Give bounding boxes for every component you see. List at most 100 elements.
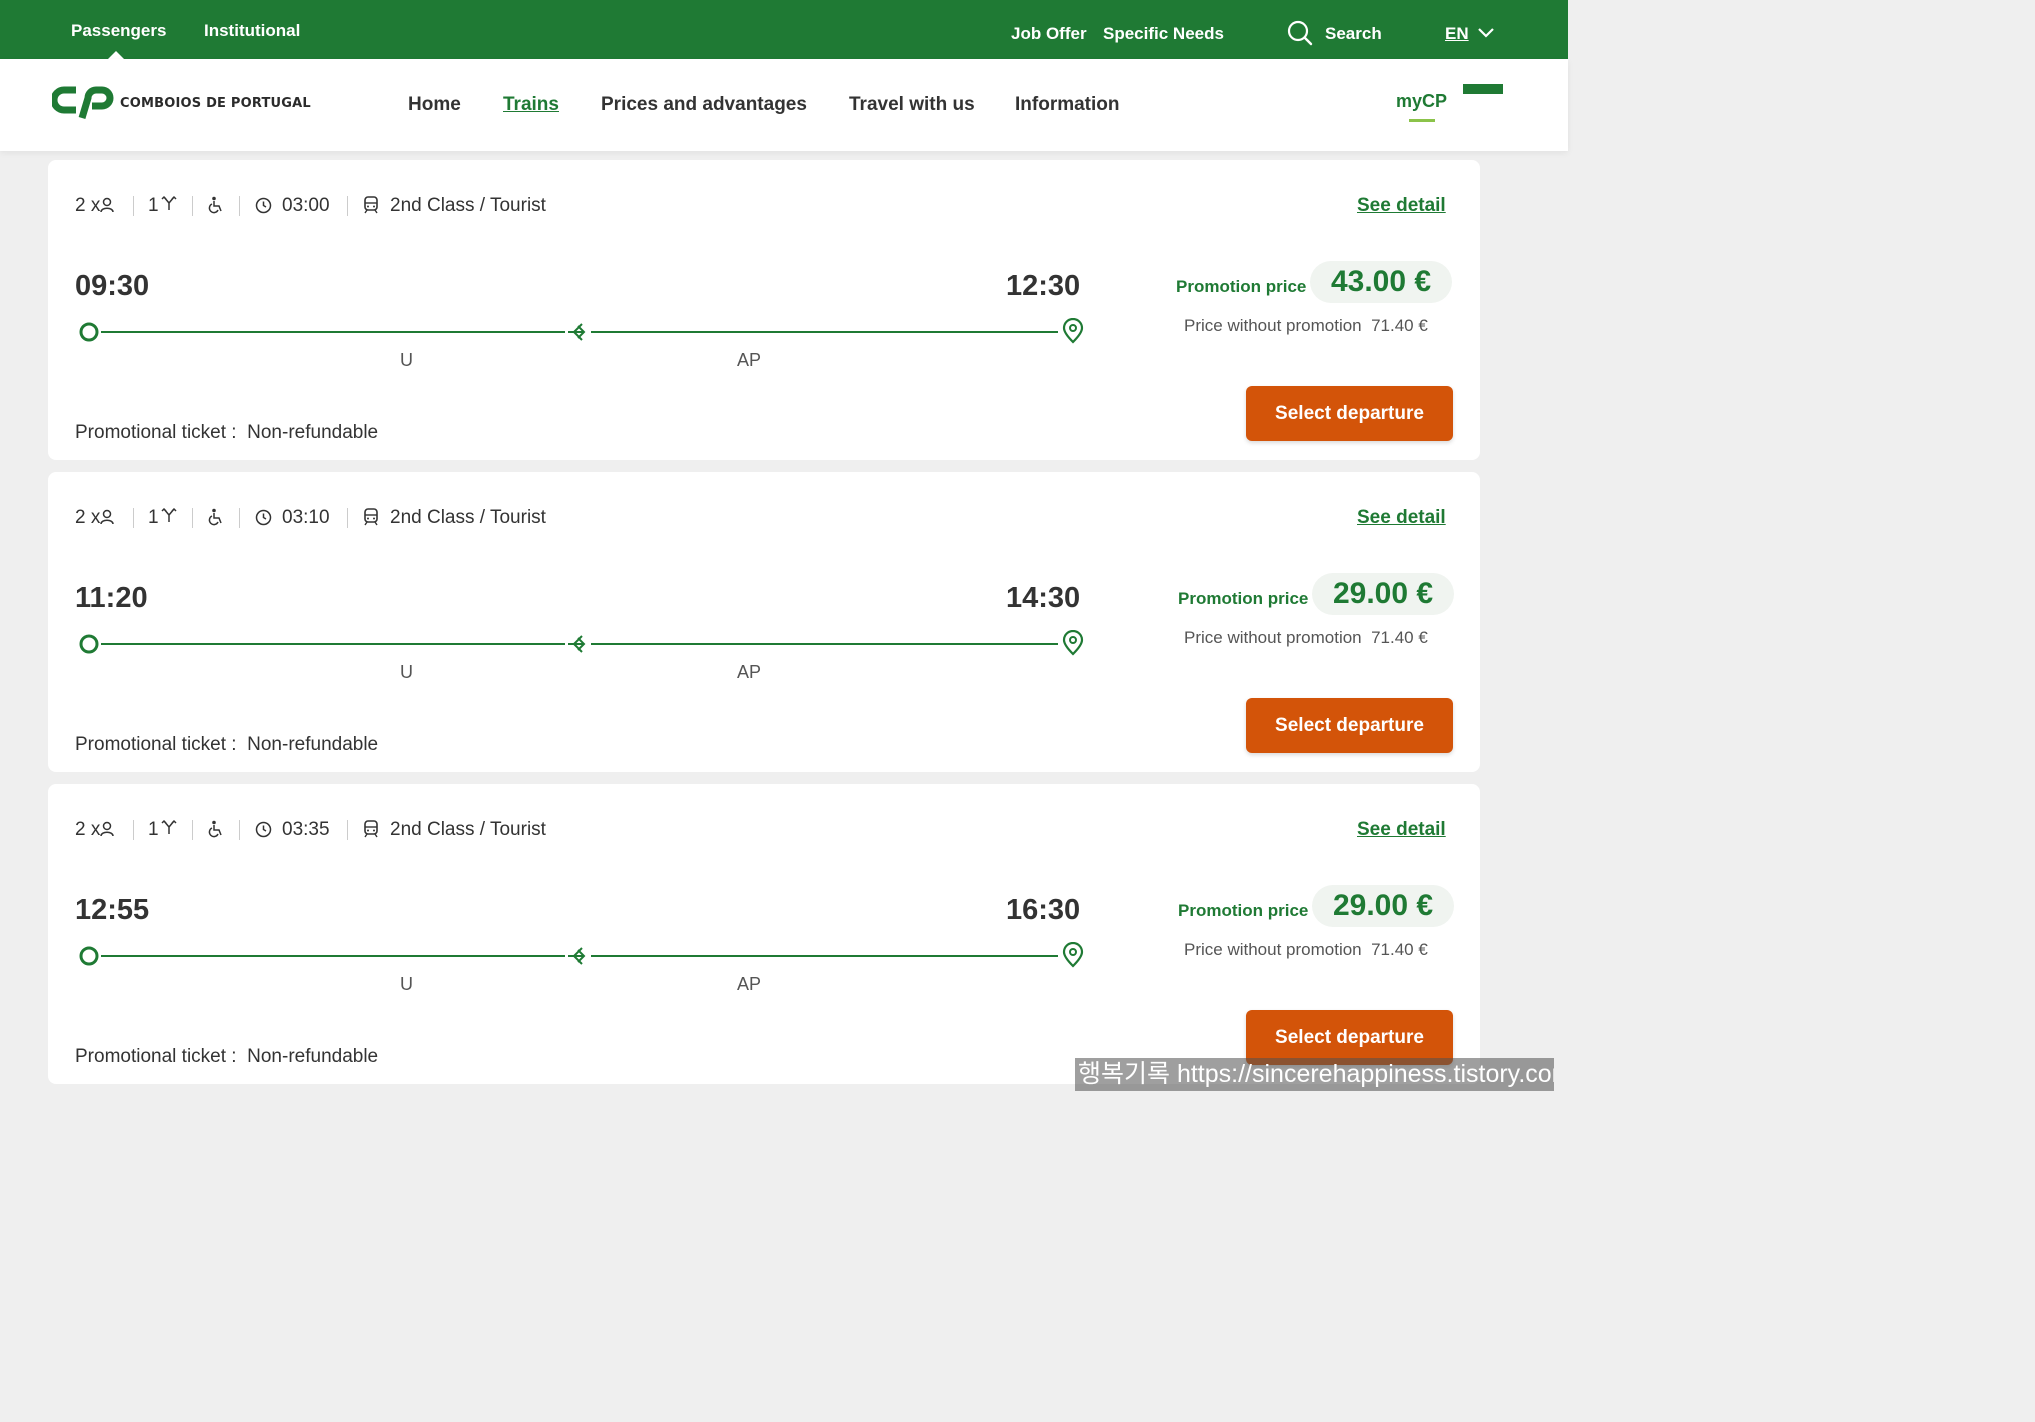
route-line [78,317,1088,346]
departure-time: 09:30 [75,270,150,302]
see-detail-link[interactable]: See detail [1357,819,1446,841]
travel-class: 2nd Class / Tourist [390,507,546,528]
ticket-conditions: Promotional ticket : Non-refundable [75,422,378,444]
search-icon[interactable] [1287,20,1313,46]
ticket-label: Promotional ticket : [75,734,237,755]
active-tab-indicator [108,51,124,59]
mycp-link[interactable]: myCP [1396,91,1447,112]
nav-trains[interactable]: Trains [503,94,559,116]
divider [347,820,348,840]
arrival-time: 12:30 [1006,270,1081,302]
divider [133,196,134,216]
promotion-price-label: Promotion price [1178,589,1309,608]
ticket-label: Promotional ticket : [75,1046,237,1067]
brand-name: COMBOIOS DE PORTUGAL [120,96,311,111]
trip-card: 2 x 1 03:10 2nd Class / Tourist See detail 11… [48,472,1480,772]
select-departure-button[interactable]: Select departure [1246,1010,1453,1065]
promotion-price: 29.00 € [1312,573,1454,615]
train-icon [363,508,379,532]
arrival-time: 14:30 [1006,582,1081,614]
promotion-price: 43.00 € [1310,261,1452,303]
ticket-label: Promotional ticket : [75,422,237,443]
trip-card: 2 x 1 03:00 2nd Class / Tourist See detail 09… [48,160,1480,460]
menu-icon-mask [1459,94,1503,132]
clock-icon [255,821,272,844]
regular-price: Price without promotion 71.40 € [1184,628,1428,648]
watermark: 행복기록 https://sincerehappiness.tistory.co… [1075,1058,1554,1091]
ticket-conditions: Promotional ticket : Non-refundable [75,1046,378,1068]
trip-duration: 03:35 [282,819,330,840]
select-departure-button[interactable]: Select departure [1246,698,1453,753]
promotion-price: 29.00 € [1312,885,1454,927]
transfer-station: AP [737,974,762,994]
clock-icon [255,197,272,220]
nav-home[interactable]: Home [408,94,461,116]
clock-icon [255,509,272,532]
transfer-icon [161,819,177,841]
route-line [78,941,1088,970]
transfer-icon [161,195,177,217]
see-detail-link[interactable]: See detail [1357,507,1446,529]
divider [192,196,193,216]
wheelchair-icon [208,820,224,844]
divider [133,820,134,840]
ticket-value: Non-refundable [247,1046,379,1067]
promotion-price-label: Promotion price [1176,277,1307,296]
mycp-underline [1409,119,1435,122]
passenger-count: 2 x [75,195,101,216]
wheelchair-icon [208,508,224,532]
arrival-time: 16:30 [1006,894,1081,926]
regular-price: Price without promotion 71.40 € [1184,940,1428,960]
nav-travel-with-us[interactable]: Travel with us [849,94,975,116]
nav-information[interactable]: Information [1015,94,1120,116]
trip-card: 2 x 1 03:35 2nd Class / Tourist See detail 12… [48,784,1480,1084]
origin-station: U [400,350,413,370]
tab-passengers[interactable]: Passengers [71,21,166,41]
train-icon [363,196,379,220]
trip-duration: 03:00 [282,195,330,216]
chevron-down-icon[interactable] [1477,27,1495,39]
travel-class: 2nd Class / Tourist [390,819,546,840]
route-line [78,629,1088,658]
regular-price-value: 71.40 € [1371,628,1428,647]
divider [192,820,193,840]
person-icon [99,197,115,219]
tab-institutional[interactable]: Institutional [204,21,300,41]
wheelchair-icon [208,196,224,220]
specific-needs-link[interactable]: Specific Needs [1103,24,1224,44]
search-button[interactable]: Search [1325,24,1382,44]
person-icon [99,509,115,531]
select-departure-button[interactable]: Select departure [1246,386,1453,441]
transfer-icon [568,323,586,341]
job-offer-link[interactable]: Job Offer [1011,24,1087,44]
transfer-station: AP [737,662,762,682]
transfer-icon [568,947,586,965]
ticket-value: Non-refundable [247,734,379,755]
divider [239,196,240,216]
menu-icon[interactable] [1463,84,1503,94]
origin-station: U [400,974,413,994]
transfer-count: 1 [148,507,159,528]
train-icon [363,820,379,844]
divider [192,508,193,528]
ticket-value: Non-refundable [247,422,379,443]
transfer-count: 1 [148,195,159,216]
divider [347,196,348,216]
top-bar: Passengers Institutional Job Offer Speci… [0,0,1568,59]
transfer-icon [568,635,586,653]
departure-time: 12:55 [75,894,150,926]
divider [133,508,134,528]
see-detail-link[interactable]: See detail [1357,195,1446,217]
language-selector[interactable]: EN [1445,24,1469,44]
regular-price-label: Price without promotion [1184,628,1362,647]
regular-price-label: Price without promotion [1184,940,1362,959]
passenger-count: 2 x [75,507,101,528]
person-icon [99,821,115,843]
transfer-icon [161,507,177,529]
transfer-count: 1 [148,819,159,840]
regular-price: Price without promotion 71.40 € [1184,316,1428,336]
regular-price-value: 71.40 € [1371,316,1428,335]
nav-prices[interactable]: Prices and advantages [601,94,807,116]
cp-logo-icon[interactable] [52,86,114,120]
passenger-count: 2 x [75,819,101,840]
